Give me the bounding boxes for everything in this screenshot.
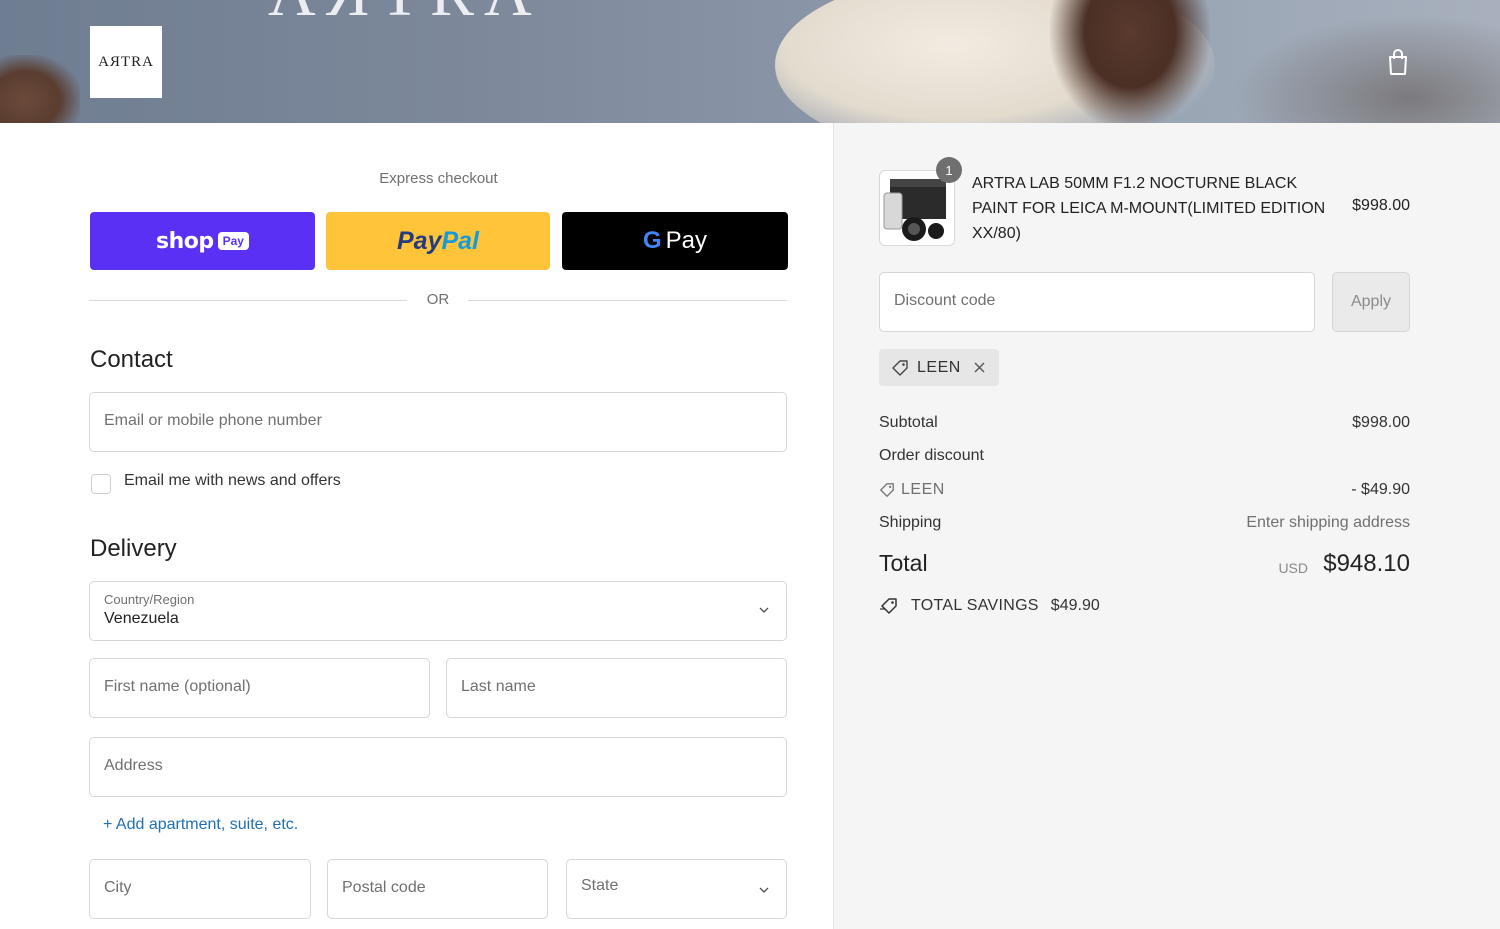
city-placeholder: City (104, 879, 132, 896)
or-divider-left (89, 300, 407, 301)
total-value: $948.10 (1323, 550, 1410, 577)
country-select[interactable]: Country/Region Venezuela (89, 581, 787, 641)
paypal-word-b: Pal (441, 226, 479, 255)
apply-discount-button[interactable]: Apply (1332, 272, 1410, 332)
contact-title: Contact (90, 346, 173, 373)
shop-pay-word: shop (156, 228, 214, 254)
express-checkout-label: Express checkout (379, 170, 498, 187)
state-placeholder: State (581, 877, 619, 894)
last-name-field[interactable]: Last name (446, 658, 787, 718)
total-savings-row: TOTAL SAVINGS $49.90 (879, 596, 1100, 616)
discount-placeholder: Discount code (894, 292, 996, 309)
product-price: $998.00 (1352, 197, 1410, 214)
city-field[interactable]: City (89, 859, 311, 919)
delivery-title: Delivery (90, 535, 177, 562)
tag-icon (892, 359, 908, 376)
discount-value: - $49.90 (1351, 481, 1410, 498)
or-divider-right (468, 300, 787, 301)
tag-icon (880, 483, 894, 497)
google-pay-button[interactable]: G Pay (562, 212, 788, 270)
banner-trees (1200, 0, 1500, 123)
total-label: Total (879, 550, 928, 576)
postal-code-field[interactable]: Postal code (327, 859, 548, 919)
discount-code-name: LEEN (901, 481, 945, 498)
paypal-button[interactable]: Pay Pal (326, 212, 550, 270)
address-field[interactable]: Address (89, 737, 787, 797)
newsletter-checkbox[interactable] (91, 474, 111, 494)
email-field[interactable]: Email or mobile phone number (89, 392, 787, 452)
country-label: Country/Region (104, 592, 195, 607)
address-placeholder: Address (104, 757, 163, 774)
total-currency: USD (1278, 560, 1308, 576)
first-name-placeholder: First name (optional) (104, 678, 251, 695)
order-discount-label: Order discount (879, 447, 984, 464)
newsletter-label: Email me with news and offers (124, 472, 341, 489)
shop-pay-button[interactable]: shop Pay (90, 212, 315, 270)
postal-code-placeholder: Postal code (342, 879, 426, 896)
logo-text: AЯTRA (98, 53, 154, 70)
google-pay-text: Pay (665, 227, 708, 254)
chevron-down-icon (759, 887, 769, 893)
shipping-label: Shipping (879, 514, 942, 531)
applied-discount-chip: LEEN (879, 349, 999, 386)
country-value: Venezuela (104, 610, 179, 627)
shipping-value: Enter shipping address (1246, 514, 1410, 531)
savings-tag-icon (880, 598, 897, 614)
google-g-icon: G (642, 227, 662, 254)
banner-decoration (0, 55, 80, 123)
discount-code-row: LEEN (879, 481, 945, 499)
or-divider-text: OR (426, 291, 450, 308)
product-title: ARTRA LAB 50MM F1.2 NOCTURNE BLACK PAINT… (972, 175, 1326, 242)
shop-pay-pill: Pay (217, 232, 249, 250)
applied-discount-code: LEEN (917, 358, 961, 376)
paypal-word-a: Pay (396, 226, 442, 255)
header-banner: AЯTRA (0, 0, 1500, 123)
shopping-bag-icon[interactable] (1386, 48, 1410, 76)
total-savings-label: TOTAL SAVINGS (911, 597, 1039, 614)
store-logo[interactable]: AЯTRA (90, 26, 162, 98)
state-select[interactable]: State (566, 859, 787, 919)
lens-box-image (883, 179, 946, 241)
discount-code-input[interactable]: Discount code (879, 272, 1315, 332)
first-name-field[interactable]: First name (optional) (89, 658, 430, 718)
email-placeholder: Email or mobile phone number (104, 412, 322, 429)
banner-wordmark: AЯTRA (268, 0, 542, 32)
total-savings-value: $49.90 (1050, 597, 1100, 614)
chevron-down-icon (759, 607, 769, 613)
subtotal-label: Subtotal (879, 414, 938, 431)
banner-model-hair (1050, 0, 1210, 123)
quantity-badge: 1 (936, 157, 962, 183)
add-apartment-link[interactable]: + Add apartment, suite, etc. (103, 816, 298, 834)
last-name-placeholder: Last name (461, 678, 536, 695)
subtotal-value: $998.00 (1352, 414, 1410, 431)
remove-discount-icon[interactable] (973, 361, 986, 374)
